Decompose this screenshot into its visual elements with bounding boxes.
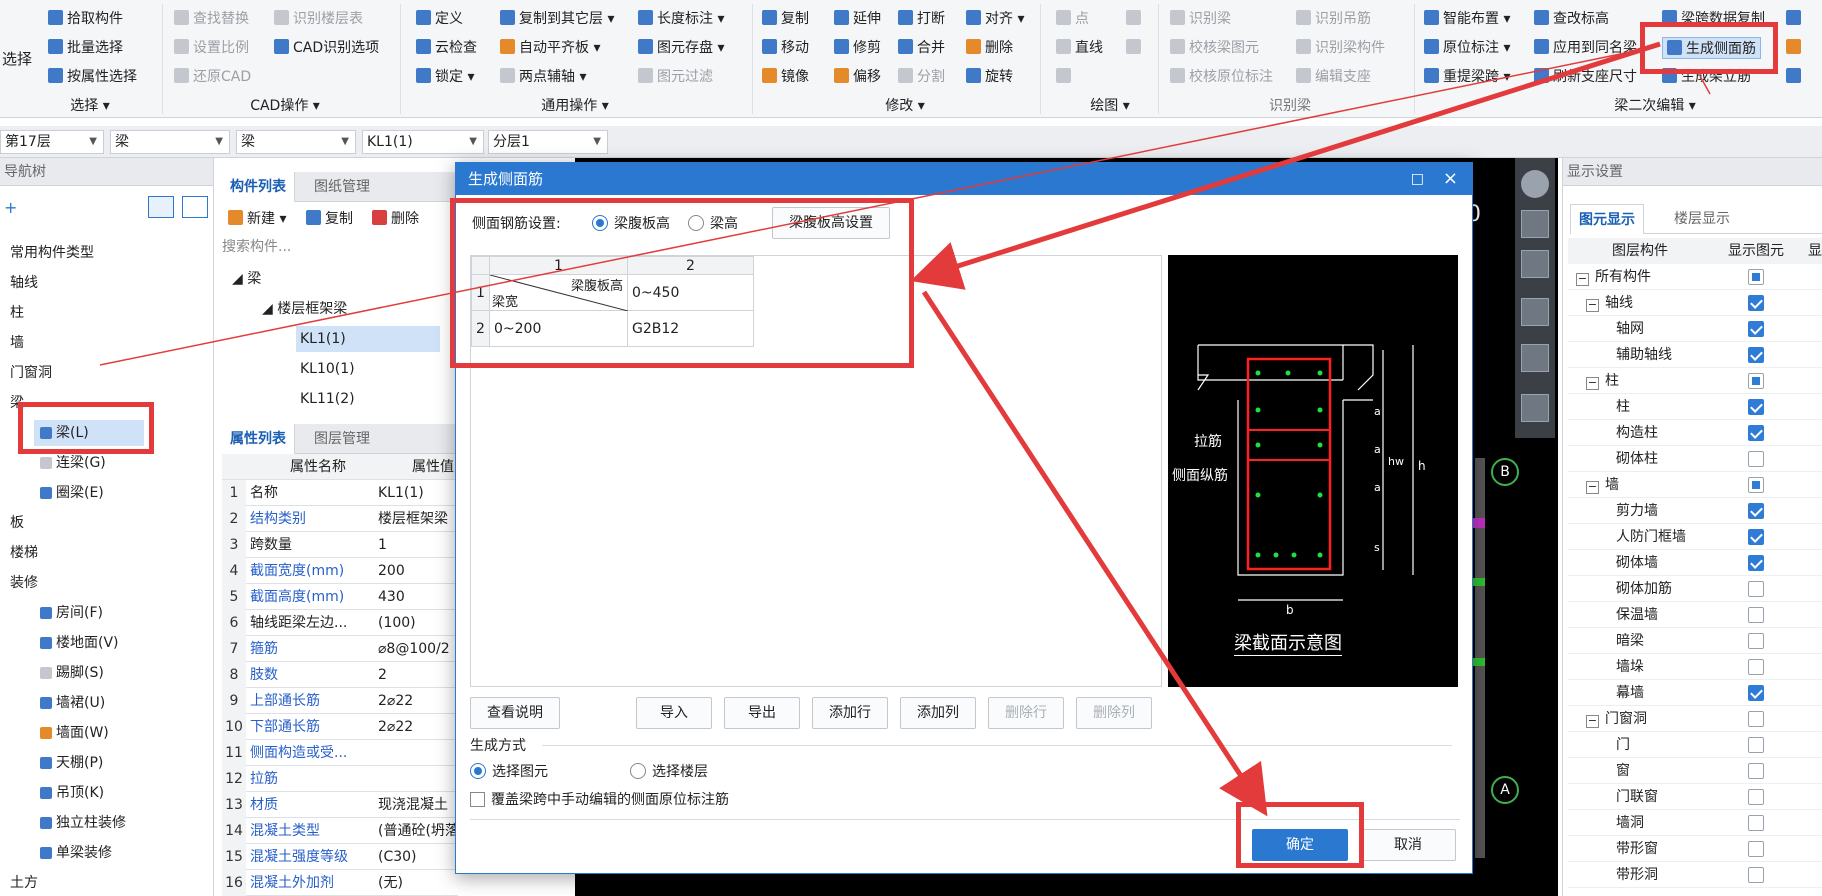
annotation-arrows bbox=[99, 41, 1711, 817]
arrow-to-setting bbox=[910, 41, 1661, 290]
arrow-small bbox=[1699, 75, 1711, 95]
arrow-to-ok bbox=[921, 290, 1268, 817]
arrow-to-nav bbox=[99, 49, 1641, 366]
